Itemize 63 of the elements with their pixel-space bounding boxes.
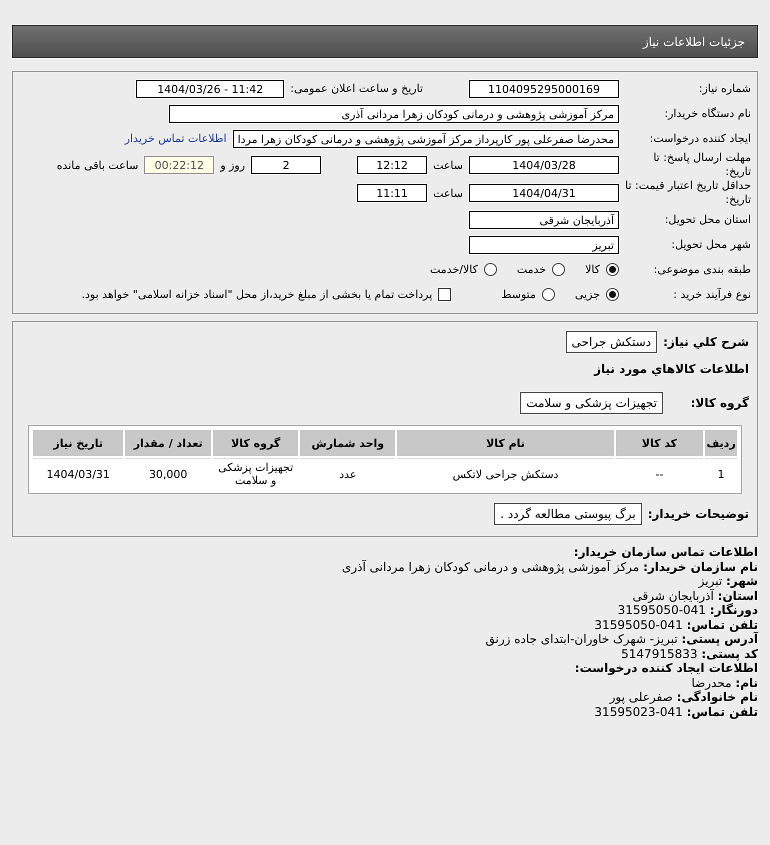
column-header: نام کالا (397, 430, 614, 456)
field-label: ایجاد کننده درخواست: (648, 132, 751, 146)
radio-label: متوسط (501, 288, 536, 301)
need-summary-field: دستکش جراحی (566, 331, 658, 353)
radio-button[interactable] (484, 263, 497, 276)
radio-button[interactable] (606, 288, 619, 301)
validity-time-field: 11:11 (357, 184, 428, 202)
city-field: تبریز (469, 236, 619, 254)
buyer-notes-field: برگ پیوستی مطالعه گردد . (494, 503, 642, 525)
buyer-contact-link[interactable]: اطلاعات تماس خریدار (124, 132, 227, 145)
deadline-date-field: 1404/03/28 (469, 156, 619, 174)
field-label: نام دستگاه خریدار: (663, 106, 751, 120)
radio-label: کالا/خدمت (430, 263, 478, 276)
days-label: روز و (220, 158, 246, 172)
field-label: شهر محل تحویل: (670, 238, 751, 252)
days-field: 2 (251, 156, 322, 174)
field-label: استان محل تحویل: (664, 212, 751, 226)
deadline-time-field: 12:12 (357, 156, 428, 174)
contact-heading: اطلاعات ایجاد کننده درخواست: (574, 661, 758, 676)
remaining-label: ساعت باقی مانده (56, 158, 138, 172)
remaining-time-field: 00:22:12 (144, 156, 214, 174)
field-label: تاریخ و ساعت اعلان عمومی: (290, 82, 423, 95)
column-header: گروه کالا (212, 430, 298, 456)
radio-label: خدمت (516, 263, 546, 276)
field-label: گروه کالا: (690, 396, 750, 410)
field-label: نوع فرآیند خرید : (672, 288, 751, 302)
contact-line: استان: آذربایجان شرقی (632, 588, 758, 603)
column-header: کد کالا (616, 430, 704, 456)
announce-date-field: 1404/03/26 - 11:42 (136, 80, 284, 98)
field-label: حداقل تاریخ اعتبار قیمت: تا تاریخ: (625, 179, 751, 207)
radio-button[interactable] (552, 263, 566, 276)
column-header: تعداد / مقدار (125, 430, 211, 456)
field-label: شماره نیاز: (698, 82, 751, 96)
field-label: مهلت ارسال پاسخ: تا تاریخ: (652, 151, 751, 179)
province-field: آذربایجان شرقی (469, 210, 619, 228)
radio-button[interactable] (542, 288, 555, 301)
contact-heading: اطلاعات تماس سازمان خریدار: (572, 545, 758, 560)
column-header: تاریخ نیاز (33, 430, 124, 456)
time-label: ساعت (433, 186, 463, 200)
section-heading: اطلاعات كالاهاي مورد نياز (594, 362, 750, 376)
field-label: توضیحات خریدار: (648, 507, 750, 521)
time-label: ساعت (433, 158, 463, 172)
contact-line: نام سازمان خریدار: مرکز آموزشی پژوهشی و درمانی کودکان زهرا مردانی آذری (340, 560, 758, 574)
contact-line: آدرس پستی: تبریز- شهرک خاوران-ابتدای جاده زرنق (484, 632, 758, 646)
checkbox[interactable] (438, 288, 452, 301)
radio-label: کالا (585, 263, 600, 276)
column-header: واحد شمارش (300, 430, 396, 456)
need-number-field: 1104095295000169 (469, 80, 619, 98)
page-title: جزئیات اطلاعات نیاز (642, 34, 745, 48)
validity-date-field: 1404/04/31 (469, 184, 619, 202)
buyer-name-field: مرکز آموزشی پژوهشی و درمانی کودکان زهرا مردانی آذری (169, 104, 619, 122)
field-label: شرح کلي نياز: (663, 335, 750, 349)
contact-line: نام: محدرضا (690, 676, 758, 690)
table-cell: تجهیزات پزشکی و سلامت (212, 458, 298, 489)
field-label: طبقه بندی موضوعی: (652, 262, 751, 276)
radio-label: جزیی (574, 288, 600, 301)
requester-field: محدرضا صفرعلی پور کارپرداز مرکز آموزشی پژوهشی و درمانی کودکان زهرا مردا (232, 130, 619, 148)
goods-group-field: تجهیزات پزشکی و سلامت (520, 392, 663, 414)
radio-button[interactable] (606, 263, 619, 276)
contact-line: شهر: تبریز (697, 574, 758, 588)
contact-line: نام خانوادگی: صفرعلی پور (608, 690, 758, 704)
checkbox-label: پرداخت تمام یا بخشی از مبلغ خرید،از محل "اسناد خزانه اسلامی" خواهد بود. (82, 288, 432, 301)
column-header: ردیف (705, 430, 737, 456)
